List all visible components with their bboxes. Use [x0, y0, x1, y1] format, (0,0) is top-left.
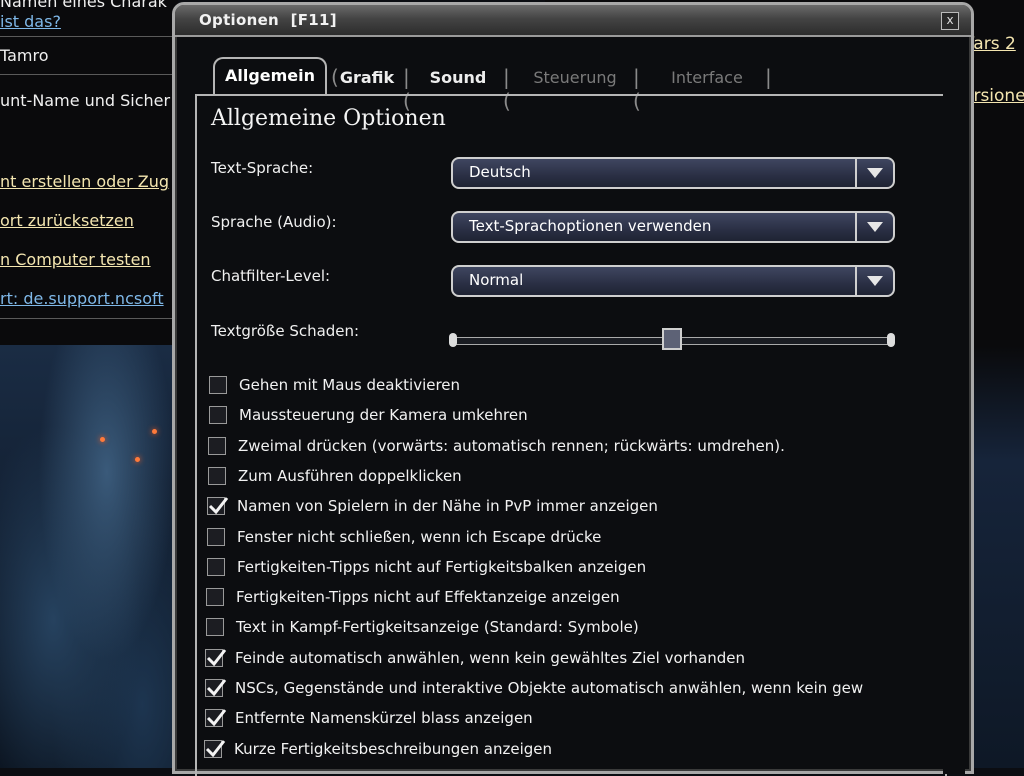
slider-cap-right	[887, 333, 895, 347]
checkbox[interactable]	[205, 649, 227, 667]
tab-allgemein[interactable]: Allgemein	[213, 57, 327, 95]
launcher-background-art	[0, 345, 178, 768]
checkbox-label: Text in Kampf-Fertigkeitsanzeige (Standa…	[236, 618, 639, 636]
audio-language-value: Text-Sprachoptionen verwenden	[469, 217, 712, 235]
tab-separator: |	[765, 65, 772, 89]
audio-language-label: Sprache (Audio):	[211, 213, 337, 231]
slider-cap-left	[449, 333, 457, 347]
ember-particle	[100, 437, 105, 442]
slider-thumb[interactable]	[662, 328, 682, 350]
close-icon: x	[946, 13, 954, 27]
checkbox[interactable]	[206, 588, 224, 606]
checkbox[interactable]	[206, 618, 224, 636]
ember-particle	[152, 429, 157, 434]
check-icon	[205, 740, 226, 758]
checkbox-label: Zweimal drücken (vorwärts: automatisch r…	[238, 437, 785, 455]
chat-filter-label: Chatfilter-Level:	[211, 267, 331, 285]
checkbox[interactable]	[209, 406, 227, 424]
checkbox-label: Fertigkeiten-Tipps nicht auf Effektanzei…	[236, 588, 620, 606]
checkbox-label: Gehen mit Maus deaktivieren	[239, 376, 461, 394]
checkbox-label: Maussteuerung der Kamera umkehren	[239, 406, 528, 424]
close-button[interactable]: x	[941, 12, 959, 30]
text-language-label: Text-Sprache:	[211, 159, 314, 177]
checkbox[interactable]	[209, 376, 227, 394]
check-icon	[208, 497, 229, 515]
launcher-sidebar: Namen eines Charak ist das? Tamro unt-Na…	[0, 0, 178, 345]
tab-interface[interactable]: Interface	[657, 65, 757, 91]
divider	[0, 318, 178, 319]
launcher-character-name: Tamro	[0, 46, 49, 65]
checkbox-label: Fenster nicht schließen, wenn ich Escape…	[237, 528, 602, 546]
panel-title: Allgemeine Optionen	[211, 106, 446, 131]
checkbox[interactable]	[207, 528, 225, 546]
launcher-link-reset[interactable]: ort zurücksetzen	[0, 211, 134, 230]
checkbox[interactable]	[207, 497, 229, 515]
chat-filter-select[interactable]: Normal	[451, 265, 895, 297]
check-icon	[206, 649, 227, 667]
checkbox-label: Zum Ausführen doppelklicken	[238, 467, 462, 485]
chat-filter-value: Normal	[469, 271, 524, 289]
dialog-title: Optionen [F11]	[199, 11, 337, 29]
general-options-panel: Allgemeine Optionen Text-Sprache: Deutsc…	[195, 94, 947, 776]
options-dialog: Optionen [F11] x Allgemein ( Grafik |( S…	[172, 2, 974, 776]
launcher-link-test-computer[interactable]: n Computer testen	[0, 250, 151, 269]
checkbox-label: Feinde automatisch anwählen, wenn kein g…	[235, 649, 745, 667]
checkbox-label: NSCs, Gegenstände und interaktive Objekt…	[235, 679, 864, 697]
dialog-hotkey: [F11]	[290, 11, 337, 29]
text-language-value: Deutsch	[469, 163, 531, 181]
panel-gutter	[943, 94, 965, 774]
dialog-titlebar[interactable]: Optionen [F11] x	[175, 5, 971, 37]
ember-particle	[135, 457, 140, 462]
checkbox-label: Namen von Spielern in der Nähe in PvP im…	[237, 497, 658, 515]
damage-text-size-label: Textgröße Schaden:	[211, 322, 360, 340]
checkbox-label: Fertigkeiten-Tipps nicht auf Fertigkeits…	[237, 558, 647, 576]
launcher-link-support[interactable]: rt: de.support.ncsoft	[0, 289, 164, 308]
checkbox[interactable]	[205, 679, 227, 697]
checkbox[interactable]	[208, 467, 226, 485]
chevron-down-icon	[855, 213, 893, 241]
check-icon	[206, 679, 227, 697]
divider	[0, 74, 178, 75]
chevron-down-icon	[855, 159, 893, 187]
audio-language-select[interactable]: Text-Sprachoptionen verwenden	[451, 211, 895, 243]
chevron-down-icon	[855, 267, 893, 295]
damage-text-size-slider[interactable]	[449, 328, 895, 350]
checkbox[interactable]	[205, 709, 227, 727]
launcher-link-create-account[interactable]: nt erstellen oder Zug	[0, 172, 169, 191]
launcher-link-help[interactable]: ist das?	[0, 12, 61, 31]
checkbox-label: Kurze Fertigkeitsbeschreibungen anzeigen	[234, 740, 552, 758]
check-icon	[206, 709, 227, 727]
launcher-line: Namen eines Charak	[0, 0, 167, 11]
tab-sound[interactable]: Sound	[423, 65, 493, 91]
checkbox[interactable]	[204, 740, 226, 758]
tab-steuerung[interactable]: Steuerung	[525, 65, 625, 91]
checkbox[interactable]	[208, 437, 226, 455]
divider	[0, 36, 178, 37]
tab-grafik[interactable]: Grafik	[337, 65, 397, 91]
launcher-line: unt-Name und Sicher	[0, 91, 171, 110]
checkbox-label: Entfernte Namenskürzel blass anzeigen	[235, 709, 533, 727]
dialog-title-text: Optionen	[199, 11, 280, 29]
text-language-select[interactable]: Deutsch	[451, 157, 895, 189]
checkbox[interactable]	[207, 558, 225, 576]
